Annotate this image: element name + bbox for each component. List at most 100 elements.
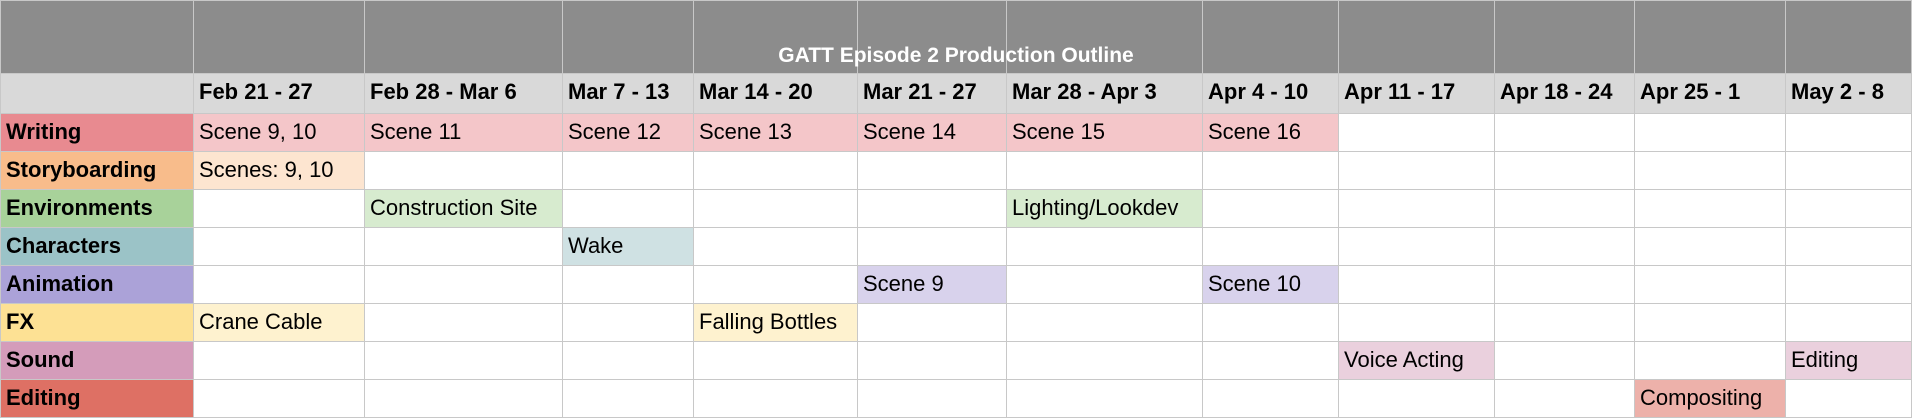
schedule-cell[interactable] — [1494, 303, 1634, 341]
schedule-cell[interactable] — [1785, 227, 1912, 265]
schedule-cell[interactable] — [1785, 113, 1912, 151]
schedule-cell[interactable]: Scene 14 — [857, 113, 1006, 151]
schedule-cell[interactable] — [1338, 265, 1494, 303]
title-band-cell[interactable] — [1785, 0, 1912, 73]
schedule-cell[interactable] — [1006, 151, 1202, 189]
schedule-cell[interactable] — [693, 341, 857, 379]
schedule-cell[interactable] — [857, 303, 1006, 341]
schedule-cell[interactable] — [562, 303, 693, 341]
schedule-cell[interactable] — [1634, 227, 1785, 265]
schedule-cell[interactable]: Scene 15 — [1006, 113, 1202, 151]
schedule-cell[interactable] — [693, 379, 857, 417]
title-band-cell[interactable] — [693, 0, 857, 73]
schedule-cell[interactable] — [562, 189, 693, 227]
schedule-cell[interactable] — [193, 227, 364, 265]
row-label-animation[interactable]: Animation — [0, 265, 193, 303]
schedule-cell[interactable]: Crane Cable — [193, 303, 364, 341]
week-header-cell[interactable]: Feb 21 - 27 — [193, 73, 364, 113]
schedule-cell[interactable]: Lighting/Lookdev — [1006, 189, 1202, 227]
schedule-cell[interactable] — [1785, 265, 1912, 303]
row-label-sound[interactable]: Sound — [0, 341, 193, 379]
schedule-cell[interactable] — [364, 341, 562, 379]
schedule-cell[interactable] — [1202, 341, 1338, 379]
title-band-cell[interactable] — [193, 0, 364, 73]
schedule-cell[interactable] — [1634, 189, 1785, 227]
schedule-cell[interactable] — [1202, 379, 1338, 417]
schedule-cell[interactable] — [364, 227, 562, 265]
row-label-characters[interactable]: Characters — [0, 227, 193, 265]
week-header-cell[interactable]: Mar 21 - 27 — [857, 73, 1006, 113]
row-label-fx[interactable]: FX — [0, 303, 193, 341]
row-label-writing[interactable]: Writing — [0, 113, 193, 151]
schedule-cell[interactable] — [1338, 303, 1494, 341]
schedule-cell[interactable]: Construction Site — [364, 189, 562, 227]
schedule-cell[interactable] — [364, 265, 562, 303]
week-header-cell[interactable]: Feb 28 - Mar 6 — [364, 73, 562, 113]
schedule-cell[interactable]: Scene 11 — [364, 113, 562, 151]
title-band-cell[interactable] — [1006, 0, 1202, 73]
title-band-cell[interactable] — [562, 0, 693, 73]
week-header-cell[interactable]: Mar 7 - 13 — [562, 73, 693, 113]
schedule-cell[interactable] — [1202, 189, 1338, 227]
row-label-editing[interactable]: Editing — [0, 379, 193, 417]
schedule-cell[interactable] — [364, 379, 562, 417]
schedule-cell[interactable] — [193, 189, 364, 227]
week-header-cell[interactable]: Apr 25 - 1 — [1634, 73, 1785, 113]
schedule-cell[interactable] — [1634, 151, 1785, 189]
week-header-cell[interactable]: May 2 - 8 — [1785, 73, 1912, 113]
schedule-cell[interactable]: Editing — [1785, 341, 1912, 379]
schedule-cell[interactable] — [1006, 265, 1202, 303]
schedule-cell[interactable] — [1006, 303, 1202, 341]
schedule-cell[interactable] — [1202, 303, 1338, 341]
schedule-cell[interactable] — [1494, 379, 1634, 417]
schedule-cell[interactable] — [693, 227, 857, 265]
schedule-cell[interactable] — [1006, 227, 1202, 265]
title-band-cell[interactable] — [364, 0, 562, 73]
schedule-cell[interactable] — [1338, 151, 1494, 189]
title-band-cell[interactable] — [1634, 0, 1785, 73]
schedule-cell[interactable]: Wake — [562, 227, 693, 265]
schedule-cell[interactable]: Scenes: 9, 10 — [193, 151, 364, 189]
schedule-cell[interactable] — [693, 151, 857, 189]
schedule-cell[interactable] — [693, 189, 857, 227]
schedule-cell[interactable] — [1634, 303, 1785, 341]
schedule-cell[interactable] — [364, 151, 562, 189]
schedule-cell[interactable] — [364, 303, 562, 341]
schedule-cell[interactable] — [1006, 341, 1202, 379]
week-header-cell[interactable]: Apr 18 - 24 — [1494, 73, 1634, 113]
schedule-cell[interactable]: Scene 13 — [693, 113, 857, 151]
schedule-cell[interactable] — [1785, 379, 1912, 417]
schedule-cell[interactable] — [193, 379, 364, 417]
schedule-cell[interactable] — [562, 379, 693, 417]
schedule-cell[interactable] — [1006, 379, 1202, 417]
schedule-cell[interactable] — [1785, 189, 1912, 227]
schedule-cell[interactable]: Scene 9, 10 — [193, 113, 364, 151]
title-band-cell[interactable] — [857, 0, 1006, 73]
schedule-cell[interactable] — [1634, 113, 1785, 151]
row-label-environments[interactable]: Environments — [0, 189, 193, 227]
schedule-cell[interactable] — [857, 379, 1006, 417]
schedule-cell[interactable] — [1634, 341, 1785, 379]
schedule-cell[interactable] — [857, 151, 1006, 189]
schedule-cell[interactable] — [1338, 189, 1494, 227]
schedule-cell[interactable] — [857, 227, 1006, 265]
schedule-cell[interactable]: Voice Acting — [1338, 341, 1494, 379]
schedule-cell[interactable] — [562, 151, 693, 189]
week-header-cell[interactable]: Mar 28 - Apr 3 — [1006, 73, 1202, 113]
schedule-cell[interactable] — [1494, 341, 1634, 379]
week-header-cell[interactable]: Apr 11 - 17 — [1338, 73, 1494, 113]
schedule-cell[interactable] — [193, 341, 364, 379]
week-header-cell[interactable]: Apr 4 - 10 — [1202, 73, 1338, 113]
schedule-cell[interactable] — [1338, 227, 1494, 265]
schedule-cell[interactable] — [693, 265, 857, 303]
schedule-cell[interactable] — [1202, 227, 1338, 265]
title-band-cell[interactable] — [1202, 0, 1338, 73]
schedule-cell[interactable]: Falling Bottles — [693, 303, 857, 341]
title-band-cell[interactable] — [1494, 0, 1634, 73]
schedule-cell[interactable] — [1494, 227, 1634, 265]
week-header-cell[interactable]: Mar 14 - 20 — [693, 73, 857, 113]
schedule-cell[interactable] — [857, 189, 1006, 227]
schedule-cell[interactable] — [1494, 151, 1634, 189]
schedule-cell[interactable] — [1634, 265, 1785, 303]
schedule-cell[interactable] — [193, 265, 364, 303]
